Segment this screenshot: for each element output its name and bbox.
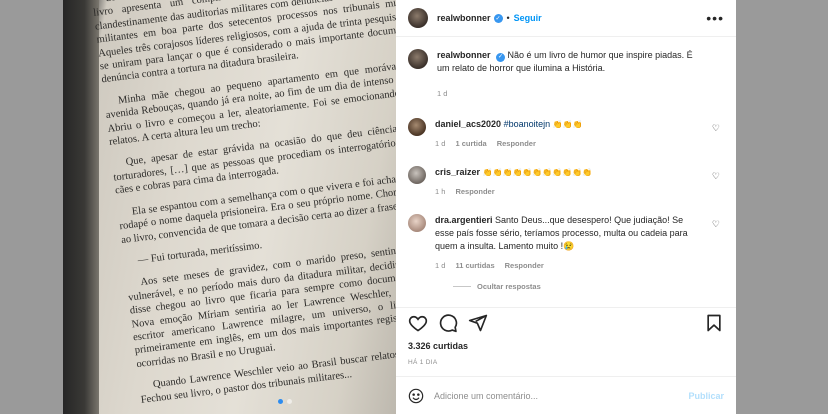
reply-button[interactable]: Responder — [455, 185, 494, 198]
comment-hashtag[interactable]: #boanoitejn — [504, 119, 551, 129]
heart-icon[interactable]: ♡ — [712, 219, 720, 230]
caption-username[interactable]: realwbonner — [437, 50, 491, 60]
book-spine — [63, 0, 99, 414]
comment-username[interactable]: cris_raizer — [435, 167, 480, 177]
comment-username[interactable]: daniel_acs2020 — [435, 119, 501, 129]
comment-icon[interactable] — [438, 313, 458, 333]
caption: realwbonner ✓ Não é um livro de humor qu… — [408, 49, 724, 100]
heart-icon[interactable] — [408, 313, 428, 333]
heart-icon[interactable]: ♡ — [712, 123, 720, 134]
header-username[interactable]: realwbonner — [437, 13, 491, 23]
replies-line — [453, 286, 471, 287]
more-icon[interactable]: ••• — [706, 10, 724, 26]
comments-section[interactable]: realwbonner ✓ Não é um livro de humor qu… — [396, 37, 736, 307]
bookmark-icon[interactable] — [704, 313, 724, 333]
avatar[interactable] — [408, 8, 428, 28]
reply-button[interactable]: Responder — [505, 259, 544, 272]
comment-likes[interactable]: 1 curtida — [455, 137, 486, 150]
action-bar — [396, 307, 736, 337]
avatar[interactable] — [408, 214, 426, 232]
comment-time[interactable]: 1 h — [435, 185, 445, 198]
avatar[interactable] — [408, 166, 426, 184]
carousel-dot[interactable] — [278, 399, 283, 404]
comment-emojis: 👏👏👏👏👏👏👏👏👏👏👏 — [482, 168, 593, 177]
comment-time[interactable]: 1 d — [435, 137, 445, 150]
caption-time[interactable]: 1 d — [437, 87, 447, 100]
add-comment-bar: Publicar — [396, 376, 736, 414]
header-separator: • — [506, 13, 510, 23]
heart-icon[interactable]: ♡ — [712, 171, 720, 182]
comment-item: daniel_acs2020 #boanoitejn 👏👏👏 1 d 1 cur… — [408, 118, 724, 150]
comment-emojis: 👏👏👏 — [552, 120, 583, 129]
comment-username[interactable]: dra.argentieri — [435, 215, 493, 225]
share-icon[interactable] — [468, 313, 488, 333]
comment-item: dra.argentieri Santo Deus...que desesper… — [408, 214, 724, 272]
avatar[interactable] — [408, 49, 428, 69]
comment-input[interactable] — [434, 390, 689, 401]
book-page-text: dom Paulo Evaristo Arns, o pastor Jaime … — [91, 0, 396, 414]
comment-time[interactable]: 1 d — [435, 259, 445, 272]
verified-icon: ✓ — [493, 13, 503, 23]
post-side-panel: realwbonner ✓ • Seguir ••• realwbonner ✓… — [396, 0, 736, 414]
emoji-icon[interactable] — [408, 388, 424, 404]
post-button[interactable]: Publicar — [688, 391, 724, 401]
likes-count[interactable]: 3.326 curtidas — [408, 341, 468, 351]
hide-replies-label: Ocultar respostas — [477, 282, 541, 291]
follow-button[interactable]: Seguir — [514, 13, 542, 23]
carousel-dots — [278, 399, 292, 404]
post-header: realwbonner ✓ • Seguir ••• — [396, 0, 736, 37]
comment-item: cris_raizer 👏👏👏👏👏👏👏👏👏👏👏 1 h Responder ♡ — [408, 166, 724, 198]
carousel-dot[interactable] — [287, 399, 292, 404]
hide-replies-button[interactable]: Ocultar respostas — [453, 282, 724, 291]
post-photo: dom Paulo Evaristo Arns, o pastor Jaime … — [63, 0, 396, 414]
comment-likes[interactable]: 11 curtidas — [455, 259, 494, 272]
post-time[interactable]: HÁ 1 DIA — [408, 359, 438, 366]
reply-button[interactable]: Responder — [497, 137, 536, 150]
verified-icon: ✓ — [496, 53, 506, 62]
avatar[interactable] — [408, 118, 426, 136]
